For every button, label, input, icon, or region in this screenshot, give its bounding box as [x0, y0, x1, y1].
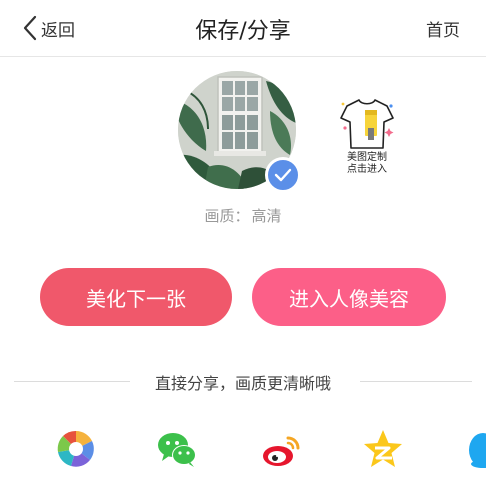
- promo-line-1: 美图定制: [347, 152, 387, 163]
- saved-photo[interactable]: [178, 71, 301, 193]
- qzone-icon[interactable]: [362, 428, 404, 470]
- promo-line-2: 点击进入: [347, 164, 387, 175]
- portrait-beauty-button[interactable]: 进入人像美容: [252, 268, 446, 326]
- share-caption: 直接分享，画质更清晰哦: [154, 374, 331, 393]
- quality-value: 高清: [251, 207, 282, 225]
- quality-label: 画质：: [204, 207, 250, 225]
- custom-tshirt-promo[interactable]: 美图定制 点击进入: [332, 98, 402, 176]
- checkmark-icon: [274, 168, 292, 182]
- tshirt-icon: [340, 99, 394, 149]
- moments-icon[interactable]: [55, 428, 97, 470]
- page-title: 保存/分享: [195, 19, 291, 44]
- saved-check-badge: [265, 157, 301, 193]
- home-button[interactable]: 首页: [426, 16, 460, 41]
- divider-right: [360, 381, 472, 382]
- qq-icon[interactable]: [462, 428, 486, 470]
- quality-indicator: 画质： 高清: [0, 205, 486, 226]
- top-nav-bar: 返回 保存/分享 首页: [0, 0, 486, 57]
- weibo-icon[interactable]: [260, 428, 302, 470]
- wechat-icon[interactable]: [156, 428, 198, 470]
- beautify-next-button[interactable]: 美化下一张: [40, 268, 232, 326]
